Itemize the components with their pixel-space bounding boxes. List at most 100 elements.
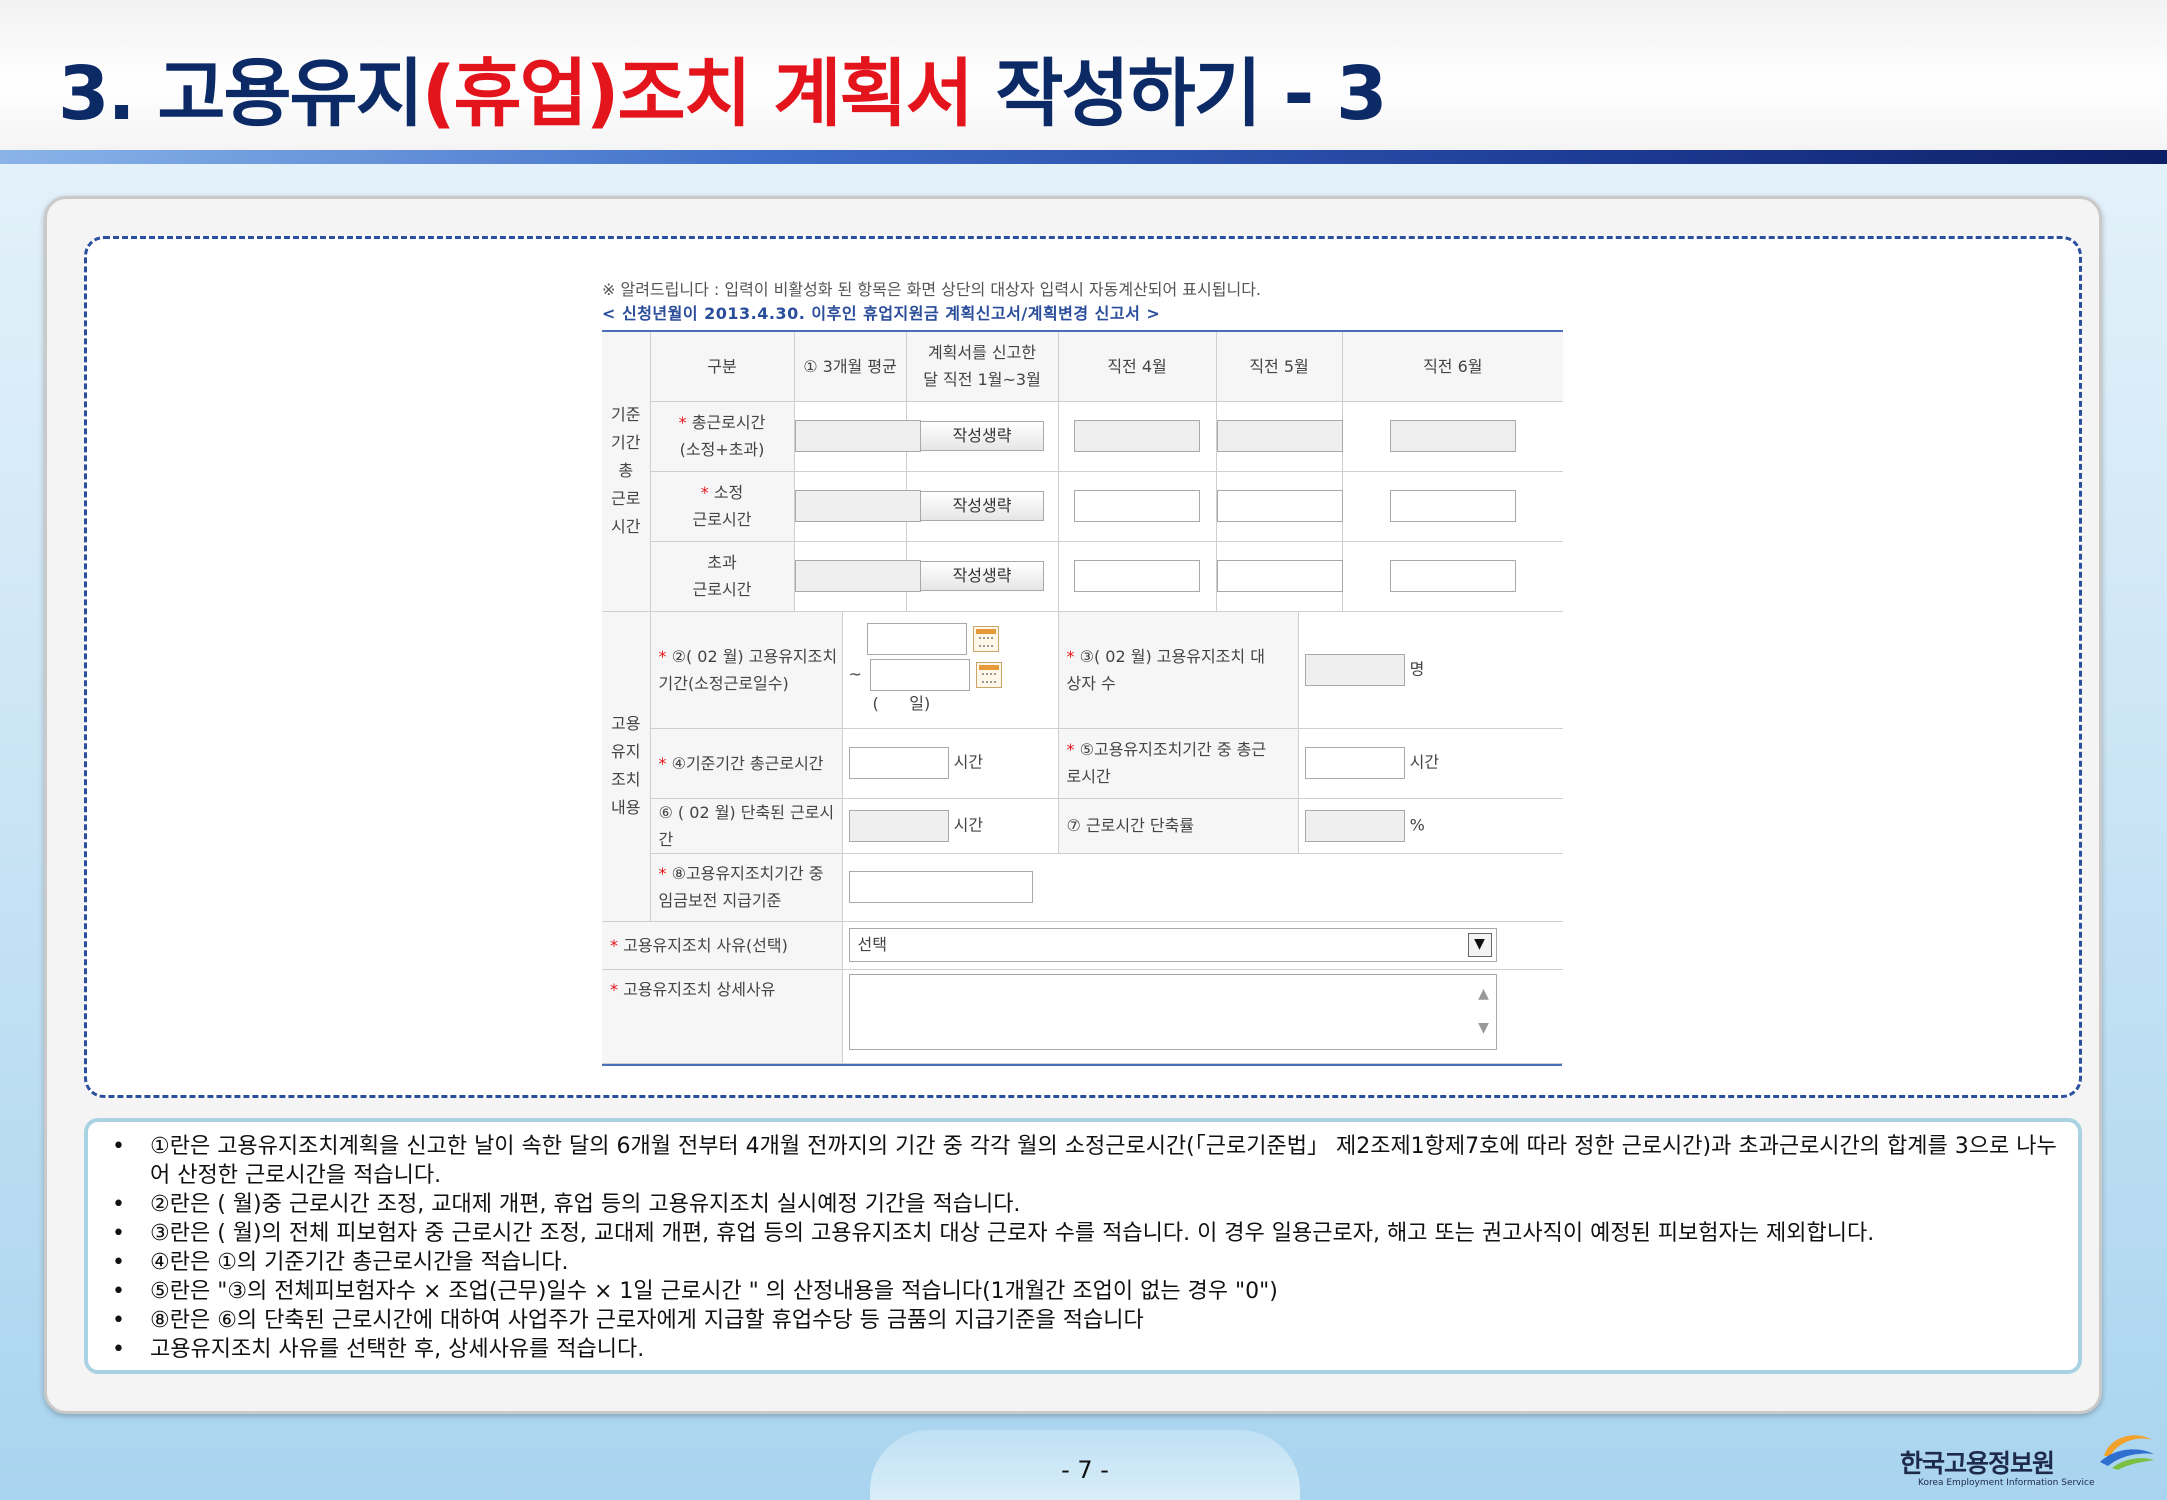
targets-cell: 명: [1298, 611, 1564, 729]
regular-hours-m5-input[interactable]: [1216, 490, 1343, 522]
reduced-hours-input[interactable]: [848, 809, 949, 842]
period-tilde: ~: [848, 664, 862, 683]
header-month-5: 직전 5월: [1216, 331, 1343, 402]
table-row-detail: * 고용유지조치 상세사유 ▲ ▼: [602, 969, 1564, 1064]
page-title: 3. 고용유지(휴업)조치 계획서 작성하기 - 3: [58, 34, 1387, 141]
reason-cell: 선택 ▼: [842, 921, 1564, 970]
required-mark: *: [658, 753, 672, 773]
note-item: ①란은 고용유지조치계획을 신고한 날이 속한 달의 6개월 전부터 4개월 전…: [112, 1132, 2062, 1190]
omit-button-overtime[interactable]: 작성생략: [920, 561, 1045, 591]
wage-basis-input[interactable]: [848, 871, 1033, 903]
logo-text: 한국고용정보원: [1900, 1449, 2055, 1478]
period-cell: ~ ( 일): [842, 611, 1059, 729]
textarea-scrollbar[interactable]: ▲ ▼: [1474, 977, 1494, 1047]
unit-percent: %: [1409, 815, 1425, 834]
reason-label-text: 고용유지조치 사유(선택): [623, 935, 788, 955]
required-mark: *: [610, 979, 624, 999]
unit-persons: 명: [1409, 659, 1425, 678]
wage-basis-cell: [842, 853, 1564, 922]
table-row-reduced-hours: ⑥ ( 02 월) 단축된 근로시간 시간 ⑦ 근로시간 단축률 %: [602, 798, 1564, 854]
reason-select[interactable]: 선택 ▼: [848, 928, 1497, 962]
title-part-1: 3. 고용유지: [58, 51, 424, 137]
table-row-total-hours: * 총근로시간 (소정+초과) 작성생략: [602, 401, 1564, 472]
required-mark: *: [658, 646, 672, 666]
required-mark: *: [700, 483, 714, 502]
regular-hours-m4-input[interactable]: [1074, 490, 1201, 522]
total-hours-m4-input[interactable]: [1074, 420, 1201, 452]
omit-button-regular[interactable]: 작성생략: [920, 491, 1045, 521]
period-end-input[interactable]: [869, 658, 970, 691]
detail-textarea[interactable]: ▲ ▼: [848, 974, 1497, 1050]
period-start-input[interactable]: [866, 622, 967, 655]
unit-hours: 시간: [953, 815, 984, 834]
header-recent-1-3: 계획서를 신고한 달 직전 1월~3월: [906, 331, 1059, 402]
row-label-overtime-hours: 초과 근로시간: [650, 541, 795, 612]
base-hours-input[interactable]: [848, 747, 949, 779]
overtime-hours-m5-input[interactable]: [1216, 560, 1343, 592]
group-plan-content: 고용 유지 조치 내용: [602, 611, 651, 922]
calendar-icon[interactable]: [975, 661, 1002, 688]
required-mark: *: [610, 935, 624, 955]
regular-hours-avg-input[interactable]: [794, 490, 921, 522]
omit-button-total[interactable]: 작성생략: [920, 421, 1045, 451]
targets-label-text: ③( 02 월) 고용유지조치 대 상자 수: [1066, 646, 1265, 693]
base-hours-cell: 시간: [842, 728, 1059, 799]
header-month-4: 직전 4월: [1058, 331, 1217, 402]
table-row-regular-hours: * 소정 근로시간 작성생략: [602, 471, 1564, 542]
header-three-month-avg: ① 3개월 평균: [794, 331, 907, 402]
note-item: ④란은 ①의 기준기간 총근로시간을 적습니다.: [112, 1248, 2062, 1277]
table-header-row: 기준 기간 총 근로 시간 구분 ① 3개월 평균 계획서를 신고한 달 직전 …: [602, 331, 1564, 612]
keis-logo: 한국고용정보원 Korea Employment Information Ser…: [1900, 1435, 2160, 1496]
reason-select-value: 선택: [857, 935, 887, 954]
row-label-regular-hours: * 소정 근로시간: [650, 471, 795, 542]
notice-text: ※ 알려드립니다 : 입력이 비활성화 된 항목은 화면 상단의 대상자 입력시…: [602, 280, 1261, 299]
title-part-3: 작성하기 - 3: [971, 51, 1387, 137]
total-in-period-label-text: ⑤고용유지조치기간 중 총근 로시간: [1066, 740, 1267, 786]
overtime-hours-m4-input[interactable]: [1074, 560, 1201, 592]
reduction-rate-input[interactable]: [1304, 809, 1405, 842]
period-label-text: ②( 02 월) 고용유지조치 기간(소정근로일수): [658, 646, 838, 693]
total-in-period-input[interactable]: [1304, 747, 1405, 779]
employment-maintenance-plan-form: ※ 알려드립니다 : 입력이 비활성화 된 항목은 화면 상단의 대상자 입력시…: [602, 276, 1564, 1066]
total-in-period-label: * ⑤고용유지조치기간 중 총근 로시간: [1058, 728, 1299, 799]
reason-label: * 고용유지조치 사유(선택): [602, 921, 843, 970]
targets-count-input[interactable]: [1304, 653, 1405, 686]
notes-list: ①란은 고용유지조치계획을 신고한 날이 속한 달의 6개월 전부터 4개월 전…: [112, 1132, 2062, 1364]
reduced-hours-label: ⑥ ( 02 월) 단축된 근로시간: [650, 798, 843, 854]
note-item: ⑤란은 "③의 전체피보험자수 × 조업(근무)일수 × 1일 근로시간 " 의…: [112, 1277, 2062, 1306]
row-label-total-hours: * 총근로시간 (소정+초과): [650, 401, 795, 472]
unit-hours: 시간: [953, 752, 984, 772]
table-row-reason: * 고용유지조치 사유(선택) 선택 ▼: [602, 921, 1564, 970]
page-number: - 7 -: [1061, 1456, 1109, 1484]
base-hours-label-text: ④기준기간 총근로시간: [671, 753, 824, 773]
total-hours-m5-input[interactable]: [1216, 420, 1343, 452]
regular-hours-m6-input[interactable]: [1389, 490, 1516, 522]
table-row-base-hours: * ④기준기간 총근로시간 시간 * ⑤고용유지조치기간 중 총근 로시간 시간: [602, 728, 1564, 799]
form-subtitle: < 신청년월이 2013.4.30. 이후인 휴업지원금 계획신고서/계획변경 …: [602, 304, 1161, 323]
reduction-rate-cell: %: [1298, 798, 1564, 854]
table-row-period: 고용 유지 조치 내용 * ②( 02 월) 고용유지조치 기간(소정근로일수)…: [602, 611, 1564, 922]
title-part-2: (휴업)조치 계획서: [421, 51, 974, 137]
overtime-hours-m6-input[interactable]: [1389, 560, 1516, 592]
wage-basis-label-text: ⑧고용유지조치기간 중 임금보전 지급기준: [658, 864, 824, 910]
period-label: * ②( 02 월) 고용유지조치 기간(소정근로일수): [650, 611, 843, 729]
unit-hours: 시간: [1409, 752, 1440, 772]
header-category: 구분: [650, 331, 795, 402]
note-item: ⑧란은 ⑥의 단축된 근로시간에 대하여 사업주가 근로자에게 지급할 휴업수당…: [112, 1306, 2062, 1335]
total-hours-m6-input[interactable]: [1389, 420, 1516, 452]
required-mark: *: [658, 864, 672, 883]
note-item: ③란은 ( 월)의 전체 피보험자 중 근로시간 조정, 교대제 개편, 휴업 …: [112, 1219, 2062, 1248]
table-row-overtime-hours: 초과 근로시간 작성생략: [602, 541, 1564, 612]
base-hours-label: * ④기준기간 총근로시간: [650, 728, 843, 799]
required-mark: *: [678, 413, 692, 432]
overtime-hours-avg-input[interactable]: [794, 560, 921, 592]
targets-label: * ③( 02 월) 고용유지조치 대 상자 수: [1058, 611, 1299, 729]
required-mark: *: [1066, 646, 1080, 666]
detail-label-text: 고용유지조치 상세사유: [623, 979, 776, 999]
chevron-down-icon[interactable]: ▼: [1467, 933, 1492, 957]
header-month-6: 직전 6월: [1342, 331, 1564, 402]
total-hours-avg-input[interactable]: [794, 420, 921, 452]
logo-mark-icon: [2100, 1435, 2154, 1470]
calendar-icon[interactable]: [972, 625, 999, 652]
detail-cell: ▲ ▼: [842, 969, 1564, 1064]
